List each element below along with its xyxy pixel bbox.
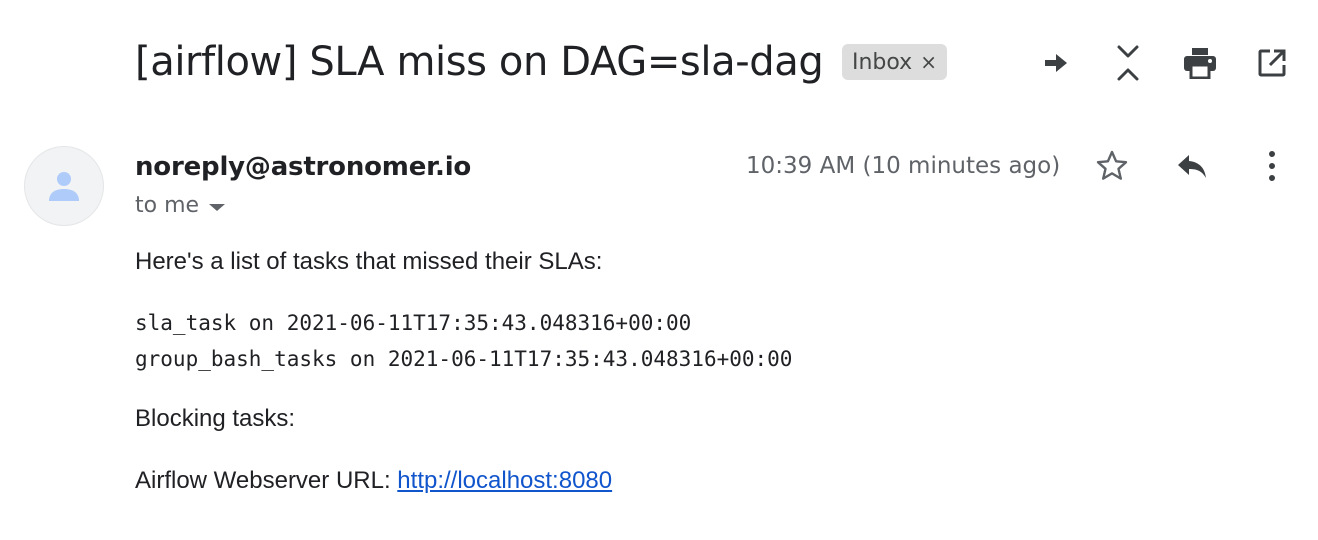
collapse-all-icon[interactable] [1106, 41, 1150, 85]
email-timestamp: 10:39 AM (10 minutes ago) [746, 153, 1061, 179]
recipient-details-toggle[interactable]: to me [135, 191, 226, 221]
print-icon[interactable] [1178, 41, 1222, 85]
caret-down-icon [209, 203, 226, 211]
webserver-url-line: Airflow Webserver URL: http://localhost:… [135, 465, 612, 497]
missed-task-line: sla_task on 2021-06-11T17:35:43.048316+0… [135, 311, 692, 335]
more-vert-icon[interactable] [1250, 144, 1294, 188]
reply-icon[interactable] [1170, 144, 1214, 188]
inbox-label-chip[interactable]: Inbox × [842, 44, 947, 80]
email-subject: [airflow] SLA miss on DAG=sla-dag [135, 39, 824, 85]
label-chip-text: Inbox [852, 49, 913, 75]
star-icon[interactable] [1090, 144, 1134, 188]
missed-task-line: group_bash_tasks on 2021-06-11T17:35:43.… [135, 347, 793, 371]
open-in-new-window-icon[interactable] [1250, 41, 1294, 85]
blocking-tasks-label: Blocking tasks: [135, 405, 296, 432]
remove-label-icon[interactable]: × [920, 52, 937, 72]
webserver-url-link[interactable]: http://localhost:8080 [397, 467, 612, 494]
sender-avatar[interactable] [24, 146, 104, 226]
sender-address[interactable]: noreply@astronomer.io [135, 150, 471, 184]
person-icon [49, 172, 79, 201]
body-intro: Here's a list of tasks that missed their… [135, 248, 603, 275]
webserver-url-label: Airflow Webserver URL: [135, 467, 398, 494]
recipient-summary: to me [135, 193, 200, 218]
forward-arrow-icon[interactable] [1034, 41, 1078, 85]
